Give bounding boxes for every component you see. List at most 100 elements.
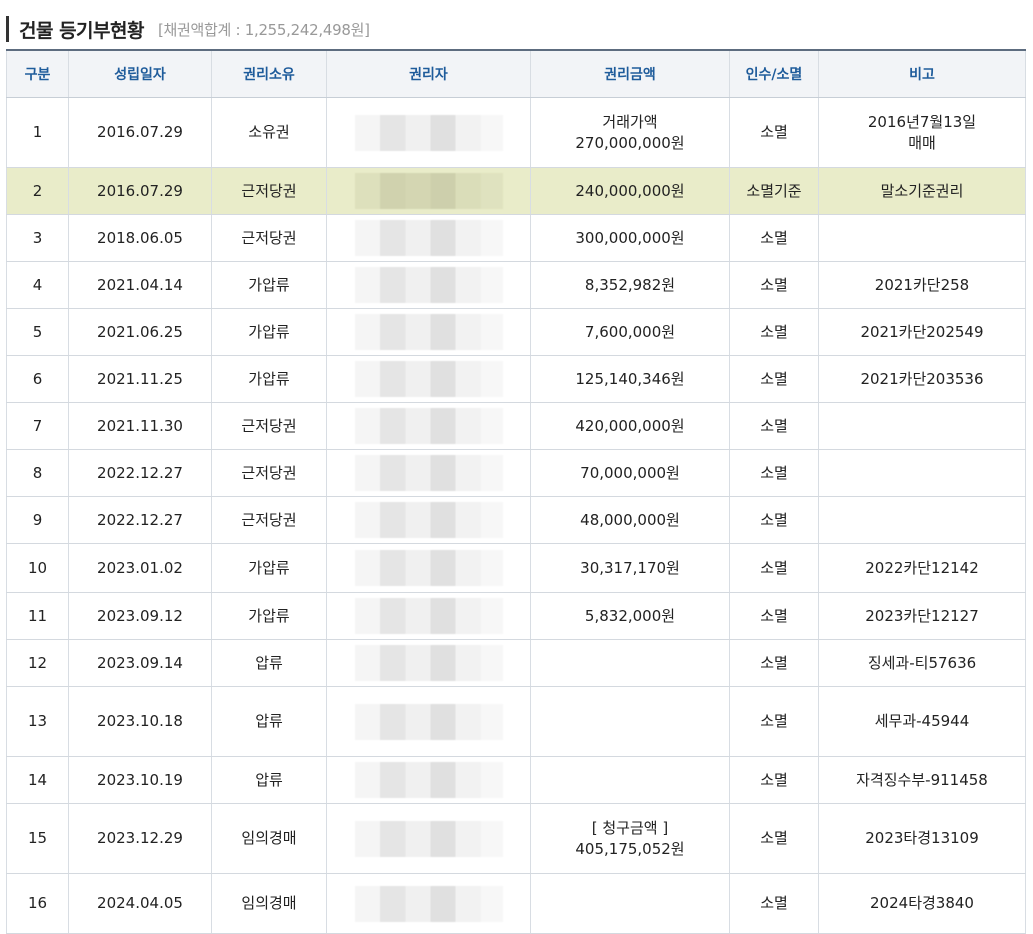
row-right-type: 압류: [211, 639, 327, 687]
row-status: 소멸기준: [729, 167, 819, 215]
row-status: 소멸: [729, 803, 819, 874]
row-status: 소멸: [729, 543, 819, 593]
row-right-type: 임의경매: [211, 803, 327, 874]
row-no: 7: [6, 402, 69, 450]
section-title: 건물 등기부현황: [19, 19, 144, 42]
note-line-1: 2021카단258: [874, 275, 970, 294]
row-amount: 5,832,000원: [530, 592, 730, 640]
row-date: 2016.07.29: [68, 167, 212, 215]
row-right-type: 가압류: [211, 261, 327, 309]
mosaic-block: [354, 173, 503, 209]
row-date: 2023.10.19: [68, 756, 212, 804]
amount-line-1: 70,000,000원: [580, 463, 680, 482]
col-header-holder: 권리자: [326, 49, 531, 98]
title-marker: [6, 16, 9, 42]
row-right-type: 근저당권: [211, 402, 327, 450]
row-note: 2022카단12142: [818, 543, 1026, 593]
mosaic-block: [354, 361, 503, 397]
row-no: 2: [6, 167, 69, 215]
note-line-1: 징세과-티57636: [867, 653, 977, 672]
redacted-mosaic: [331, 361, 526, 397]
row-no: 15: [6, 803, 69, 874]
amount-line-2: 405,175,052원: [575, 839, 685, 858]
redacted-mosaic: [331, 703, 526, 740]
redacted-mosaic: [331, 762, 526, 798]
table-row: 15 2023.12.29 임의경매 [ 청구금액 ] 405,175,052원 소멸 20…: [6, 803, 1026, 874]
note-line-1: 2016년7월13일: [867, 112, 977, 131]
row-amount: 300,000,000원: [530, 214, 730, 262]
amount-line-1: 8,352,982원: [584, 275, 676, 294]
row-holder-redacted: [326, 355, 531, 403]
row-no: 9: [6, 496, 69, 544]
table-row: 8 2022.12.27 근저당권 70,000,000원 소멸: [6, 449, 1026, 497]
col-header-right-type: 권리소유: [211, 49, 327, 98]
row-note: 2021카단258: [818, 261, 1026, 309]
row-right-type: 소유권: [211, 97, 327, 168]
row-date: 2023.09.14: [68, 639, 212, 687]
row-status: 소멸: [729, 214, 819, 262]
mosaic-block: [354, 455, 503, 491]
redacted-mosaic: [331, 267, 526, 303]
row-amount: 125,140,346원: [530, 355, 730, 403]
redacted-mosaic: [331, 820, 526, 857]
table-row: 1 2016.07.29 소유권 거래가액 270,000,000원 소멸 2016년7월1…: [6, 97, 1026, 168]
row-note: 말소기준권리: [818, 167, 1026, 215]
note-line-1: 2024타경3840: [870, 894, 974, 912]
row-holder-redacted: [326, 756, 531, 804]
row-no: 16: [6, 873, 69, 934]
amount-line-1: 7,600,000원: [584, 322, 676, 341]
row-amount: 거래가액 270,000,000원: [530, 97, 730, 168]
row-right-type: 가압류: [211, 355, 327, 403]
note-line-1: 말소기준권리: [880, 181, 964, 200]
row-holder-redacted: [326, 686, 531, 757]
note-line-1: 2023타경13109: [865, 829, 979, 847]
table-row: 13 2023.10.18 압류 소멸 세무과-45944: [6, 686, 1026, 757]
row-note: [818, 214, 1026, 262]
redacted-mosaic: [331, 220, 526, 256]
row-note: 2021카단202549: [818, 308, 1026, 356]
row-note: 2023타경13109: [818, 803, 1026, 874]
row-right-type: 근저당권: [211, 214, 327, 262]
amount-line-1: 240,000,000원: [575, 181, 685, 200]
row-date: 2024.04.05: [68, 873, 212, 934]
table-row: 11 2023.09.12 가압류 5,832,000원 소멸 2023카단12127: [6, 592, 1026, 640]
mosaic-block: [354, 502, 503, 538]
amount-line-1: 125,140,346원: [575, 369, 685, 388]
row-holder-redacted: [326, 592, 531, 640]
row-no: 10: [6, 543, 69, 593]
row-note: 2023카단12127: [818, 592, 1026, 640]
row-amount: 30,317,170원: [530, 543, 730, 593]
row-right-type: 임의경매: [211, 873, 327, 934]
row-status: 소멸: [729, 308, 819, 356]
note-line-1: 2021카단203536: [860, 369, 984, 388]
row-note: 2016년7월13일매매: [818, 97, 1026, 168]
table-row: 16 2024.04.05 임의경매 소멸 2024타경3840: [6, 873, 1026, 934]
row-right-type: 압류: [211, 756, 327, 804]
note-line-1: 세무과-45944: [874, 712, 970, 730]
mosaic-block: [354, 703, 503, 740]
redacted-mosaic: [331, 645, 526, 681]
amount-line-1: 거래가액: [602, 112, 658, 131]
row-date: 2016.07.29: [68, 97, 212, 168]
redacted-mosaic: [331, 550, 526, 586]
note-line-2: 매매: [908, 133, 936, 152]
mosaic-block: [354, 645, 503, 681]
table-row: 10 2023.01.02 가압류 30,317,170원 소멸 2022카단12142: [6, 543, 1026, 593]
row-holder-redacted: [326, 97, 531, 168]
redacted-mosaic: [331, 455, 526, 491]
row-holder-redacted: [326, 402, 531, 450]
note-line-1: 자격징수부-911458: [856, 770, 988, 789]
table-row: 2 2016.07.29 근저당권 240,000,000원 소멸기준 말소기준권리: [6, 167, 1026, 215]
mosaic-block: [354, 267, 503, 303]
row-no: 5: [6, 308, 69, 356]
row-right-type: 가압류: [211, 308, 327, 356]
table-row: 9 2022.12.27 근저당권 48,000,000원 소멸: [6, 496, 1026, 544]
row-holder-redacted: [326, 261, 531, 309]
row-status: 소멸: [729, 756, 819, 804]
row-holder-redacted: [326, 167, 531, 215]
mosaic-block: [354, 408, 503, 444]
row-amount: [ 청구금액 ] 405,175,052원: [530, 803, 730, 874]
row-right-type: 가압류: [211, 592, 327, 640]
table-row: 4 2021.04.14 가압류 8,352,982원 소멸 2021카단258: [6, 261, 1026, 309]
row-right-type: 가압류: [211, 543, 327, 593]
